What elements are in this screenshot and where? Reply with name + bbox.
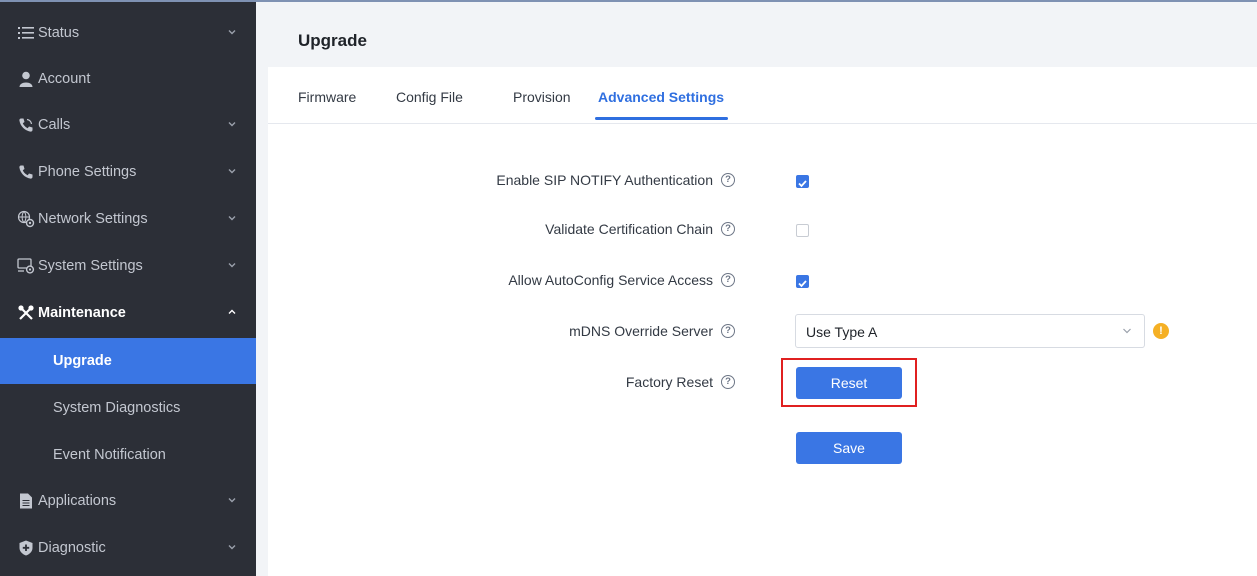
form-row-label: mDNS Override Server (300, 322, 713, 342)
mdns-label: mDNS Override Server (569, 323, 713, 339)
sip-notify-checkbox[interactable] (796, 175, 809, 188)
system-gear-icon (17, 257, 35, 275)
sidebar-item-system-settings[interactable]: System Settings (0, 243, 256, 289)
sidebar-item-network-settings[interactable]: Network Settings (0, 196, 256, 242)
sidebar-item-label: Applications (38, 493, 117, 509)
cert-chain-checkbox[interactable] (796, 224, 809, 237)
chevron-down-icon (228, 545, 236, 550)
help-icon[interactable]: ? (721, 273, 735, 287)
sidebar-subitem-label: Event Notification (53, 447, 166, 463)
chevron-down-icon (228, 169, 236, 174)
sip-notify-label: Enable SIP NOTIFY Authentication (496, 172, 713, 188)
sidebar-item-label: Phone Settings (38, 164, 137, 180)
form-row-label: Allow AutoConfig Service Access (300, 271, 713, 291)
sidebar-subitem-upgrade[interactable]: Upgrade (0, 338, 256, 384)
checkmark-icon (798, 180, 807, 188)
chevron-down-icon (228, 216, 236, 221)
sidebar-item-applications[interactable]: Applications (0, 478, 256, 524)
factory-reset-label: Factory Reset (625, 374, 713, 390)
sidebar-item-calls[interactable]: Calls (0, 102, 256, 148)
sidebar-item-account[interactable]: Account (0, 56, 256, 102)
form-row-label: Validate Certification Chain (300, 220, 713, 240)
sidebar-item-phone-settings[interactable]: Phone Settings (0, 149, 256, 195)
autoconfig-checkbox[interactable] (796, 275, 809, 288)
phone-icon (17, 163, 35, 181)
sidebar-subitem-event-notification[interactable]: Event Notification (0, 432, 256, 478)
sidebar-item-label: System Settings (38, 258, 143, 274)
chevron-down-icon (228, 263, 236, 268)
help-icon[interactable]: ? (721, 173, 735, 187)
document-icon (17, 492, 35, 510)
reset-button[interactable]: Reset (796, 367, 902, 399)
mdns-select[interactable]: Use Type A (795, 314, 1145, 348)
user-icon (17, 70, 35, 88)
sidebar-item-label: Maintenance (38, 305, 126, 321)
sidebar-subitem-system-diagnostics[interactable]: System Diagnostics (0, 385, 256, 431)
sidebar-subitem-label: Upgrade (53, 353, 112, 369)
tab-advanced-settings[interactable]: Advanced Settings (598, 88, 724, 106)
chevron-down-icon (228, 498, 236, 503)
chevron-down-icon (228, 30, 236, 35)
save-button[interactable]: Save (796, 432, 902, 464)
chevron-up-icon (228, 309, 236, 314)
network-gear-icon (17, 210, 35, 228)
checkmark-icon (798, 280, 807, 288)
help-icon[interactable]: ? (721, 324, 735, 338)
sidebar: Status Account Calls Phone Settings Netw… (0, 2, 256, 576)
tab-firmware[interactable]: Firmware (298, 88, 356, 106)
tab-provision[interactable]: Provision (513, 88, 571, 106)
form-row-label: Factory Reset (300, 373, 713, 393)
form-row-label: Enable SIP NOTIFY Authentication (300, 171, 713, 191)
warning-icon[interactable]: ! (1153, 323, 1169, 339)
sidebar-item-diagnostic[interactable]: Diagnostic (0, 525, 256, 571)
help-icon[interactable]: ? (721, 375, 735, 389)
mdns-select-value: Use Type A (806, 324, 878, 340)
help-icon[interactable]: ? (721, 222, 735, 236)
call-icon (17, 116, 35, 134)
page-title: Upgrade (298, 31, 367, 50)
list-icon (17, 24, 35, 42)
autoconfig-label: Allow AutoConfig Service Access (508, 272, 713, 288)
sidebar-item-label: Network Settings (38, 211, 148, 227)
shield-plus-icon (17, 539, 35, 557)
sidebar-item-maintenance[interactable]: Maintenance (0, 290, 256, 336)
sidebar-item-label: Calls (38, 117, 71, 133)
sidebar-item-label: Diagnostic (38, 540, 106, 556)
sidebar-item-label: Account (38, 71, 91, 87)
cert-chain-label: Validate Certification Chain (545, 221, 713, 237)
tab-config-file[interactable]: Config File (396, 88, 463, 106)
tools-icon (17, 304, 35, 322)
sidebar-item-status[interactable]: Status (0, 10, 256, 56)
sidebar-item-label: Status (38, 25, 80, 41)
sidebar-subitem-label: System Diagnostics (53, 400, 181, 416)
chevron-down-icon (1123, 328, 1131, 334)
chevron-down-icon (228, 122, 236, 127)
active-tab-indicator (595, 117, 728, 120)
